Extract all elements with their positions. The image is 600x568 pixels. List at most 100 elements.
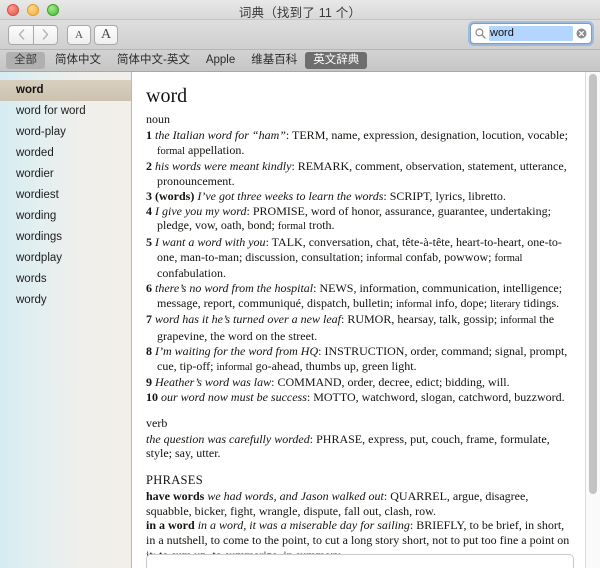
sense-synonyms: : TERM, name, expression, designation, l… bbox=[285, 128, 568, 142]
sense-register: informal bbox=[500, 315, 537, 327]
dictionary-window: 词典（找到了 11 个） A A word 全部 简体中文 简体中文-英文 Ap… bbox=[0, 0, 600, 568]
sense-tail: info, dope; bbox=[432, 295, 491, 310]
forward-button[interactable] bbox=[33, 24, 58, 45]
source-tab-apple[interactable]: Apple bbox=[198, 52, 243, 69]
sidebar-top-spacer bbox=[0, 72, 131, 80]
sidebar-item-word-for-word[interactable]: word for word bbox=[0, 101, 131, 122]
sense-4: 4 I give you my word: PROMISE, word of h… bbox=[146, 204, 574, 235]
phrase-example: in a word, it was a miserable day for sa… bbox=[197, 518, 410, 533]
chevron-left-icon bbox=[18, 29, 24, 40]
title-bar: 词典（找到了 11 个） bbox=[0, 0, 600, 20]
source-tab-english-dictionary[interactable]: 英文辞典 bbox=[305, 52, 368, 69]
sense-tail: confab, powwow; bbox=[402, 249, 495, 264]
increase-font-size-button[interactable]: A bbox=[94, 24, 118, 45]
sense-tail: go-ahead, thumbs up, green light. bbox=[252, 358, 417, 373]
related-entry-box[interactable] bbox=[146, 554, 574, 568]
search-input-value[interactable]: word bbox=[489, 26, 573, 41]
sidebar-item-words[interactable]: words bbox=[0, 269, 131, 290]
sense-example: his words were meant kindly bbox=[155, 159, 292, 174]
clear-search-icon[interactable] bbox=[576, 28, 587, 39]
sense-tail: appellation. bbox=[185, 142, 245, 157]
sense-1: 1 the Italian word for “ham”: TERM, name… bbox=[146, 128, 574, 159]
sense-example: I want a word with you bbox=[155, 234, 266, 249]
content-scrollbar[interactable] bbox=[585, 72, 600, 568]
phrase-term: have words bbox=[146, 489, 205, 504]
sense-number: 8 bbox=[146, 343, 152, 358]
sense-number: 6 bbox=[146, 281, 152, 296]
sense-9: 9 Heather’s word was law: COMMAND, order… bbox=[146, 375, 574, 390]
sense-tail-2: tidings. bbox=[520, 295, 560, 310]
sense-tail-2: confabulation. bbox=[157, 266, 226, 281]
sense-example: the Italian word for “ham” bbox=[155, 128, 286, 142]
sense-example: I’ve got three weeks to learn the words bbox=[197, 188, 384, 203]
phrases-heading: PHRASES bbox=[146, 473, 203, 488]
back-button[interactable] bbox=[8, 24, 33, 45]
sense-synonyms: : SCRIPT, lyrics, libretto. bbox=[383, 188, 506, 203]
sense-number: 7 bbox=[146, 312, 152, 327]
sense-register: informal bbox=[395, 298, 433, 310]
sense-register: formal bbox=[157, 145, 185, 157]
sense-example: I’m waiting for the word from HQ bbox=[155, 343, 319, 358]
sense-synonyms: : COMMAND, order, decree, edict; bidding… bbox=[271, 375, 510, 390]
sense-number: 9 bbox=[146, 375, 152, 390]
sidebar-item-wordiest[interactable]: wordiest bbox=[0, 185, 131, 206]
window-title: 词典（找到了 11 个） bbox=[238, 6, 362, 20]
sense-number: 10 bbox=[146, 389, 158, 404]
phrase-have-words: have words we had words, and Jason walke… bbox=[146, 489, 574, 518]
sense-number: 5 bbox=[146, 234, 152, 249]
sense-bold-prefix: (words) bbox=[155, 188, 195, 203]
results-sidebar[interactable]: word word for word word-play worded word… bbox=[0, 72, 132, 568]
sidebar-item-wording[interactable]: wording bbox=[0, 206, 131, 227]
sense-synonyms: : RUMOR, hearsay, talk, gossip; bbox=[341, 312, 501, 327]
sense-example: word has it he’s turned over a new leaf bbox=[155, 312, 341, 327]
phrase-term: in a word bbox=[146, 518, 195, 533]
source-tab-simplified-chinese[interactable]: 简体中文 bbox=[47, 52, 109, 69]
sense-5: 5 I want a word with you: TALK, conversa… bbox=[146, 235, 574, 281]
sense-tail: troth. bbox=[305, 218, 335, 233]
source-tab-chinese-english[interactable]: 简体中文-英文 bbox=[109, 52, 198, 69]
sidebar-item-wordier[interactable]: wordier bbox=[0, 164, 131, 185]
search-icon bbox=[475, 28, 486, 39]
sidebar-item-worded[interactable]: worded bbox=[0, 143, 131, 164]
sense-6: 6 there’s no word from the hospital: NEW… bbox=[146, 281, 574, 312]
phrase-example: we had words, and Jason walked out bbox=[207, 489, 384, 504]
sidebar-item-wordplay[interactable]: wordplay bbox=[0, 248, 131, 269]
sidebar-item-word-play[interactable]: word-play bbox=[0, 122, 131, 143]
sense-example: our word now must be success bbox=[161, 389, 307, 404]
sense-register: informal bbox=[216, 361, 253, 373]
sidebar-item-wordy[interactable]: wordy bbox=[0, 290, 131, 311]
part-of-speech-verb: verb bbox=[146, 415, 168, 430]
sense-register-2: literary bbox=[490, 298, 521, 310]
verb-example: the question was carefully worded bbox=[146, 431, 310, 446]
sense-10: 10 our word now must be success: MOTTO, … bbox=[146, 390, 574, 405]
source-tab-wikipedia[interactable]: 维基百科 bbox=[243, 52, 305, 69]
sense-number: 2 bbox=[146, 159, 152, 174]
source-tab-all[interactable]: 全部 bbox=[6, 52, 45, 69]
sense-number: 1 bbox=[146, 128, 152, 142]
search-field[interactable]: word bbox=[470, 23, 592, 44]
sense-example: there’s no word from the hospital bbox=[155, 281, 314, 296]
dictionary-source-tabs: 全部 简体中文 简体中文-英文 Apple 维基百科 英文辞典 bbox=[0, 50, 600, 72]
sense-synonyms: : MOTTO, watchword, slogan, catchword, b… bbox=[306, 389, 565, 404]
sense-8: 8 I’m waiting for the word from HQ: INST… bbox=[146, 344, 574, 375]
navigation-buttons bbox=[8, 24, 58, 45]
part-of-speech-noun: noun bbox=[146, 112, 170, 126]
sense-3: 3 (words) I’ve got three weeks to learn … bbox=[146, 189, 574, 204]
scrollbar-thumb[interactable] bbox=[589, 74, 597, 494]
sense-2: 2 his words were meant kindly: REMARK, c… bbox=[146, 159, 574, 188]
sidebar-item-word[interactable]: word bbox=[0, 80, 131, 101]
sense-number: 3 bbox=[146, 188, 152, 203]
decrease-font-size-button[interactable]: A bbox=[67, 24, 91, 45]
entry-headword: word bbox=[146, 85, 188, 107]
sense-example: Heather’s word was law bbox=[155, 375, 272, 390]
sense-7: 7 word has it he’s turned over a new lea… bbox=[146, 312, 574, 343]
sidebar-item-wordings[interactable]: wordings bbox=[0, 227, 131, 248]
sense-register-2: formal bbox=[494, 252, 523, 264]
definition-pane: word noun 1 the Italian word for “ham”: … bbox=[132, 72, 600, 568]
verb-sense: the question was carefully worded: PHRAS… bbox=[146, 432, 574, 461]
sense-number: 4 bbox=[146, 203, 152, 218]
sense-register: formal bbox=[277, 221, 306, 233]
sense-register: informal bbox=[366, 252, 403, 264]
